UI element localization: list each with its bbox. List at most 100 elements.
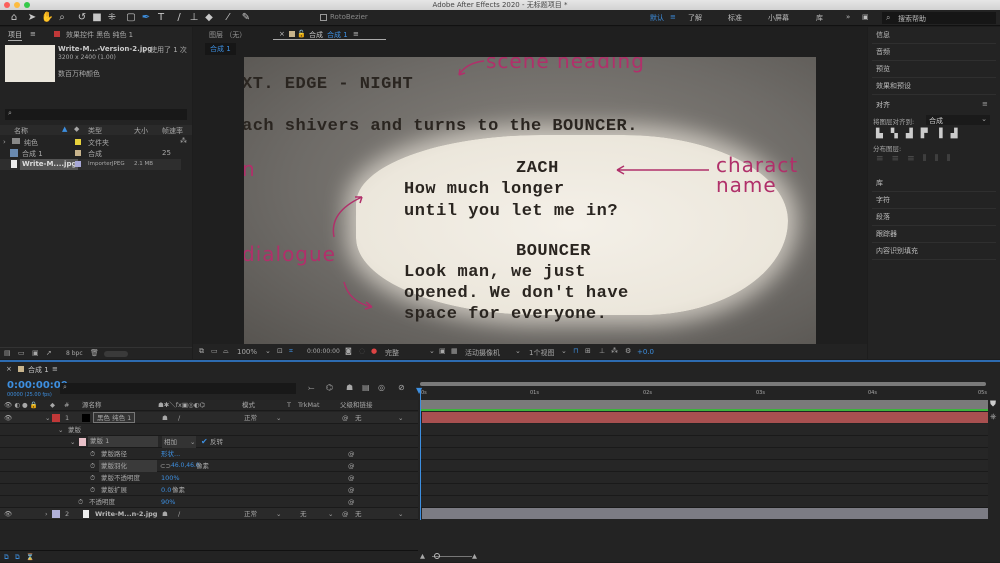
timeline-timecode[interactable]: 0:00:00:00	[7, 380, 68, 391]
new-comp-icon[interactable]: ▣	[32, 349, 39, 357]
chevron-down-icon[interactable]: ⌄	[265, 347, 271, 355]
graph-editor-icon[interactable]: ⊘	[398, 383, 405, 392]
col-type[interactable]: 类型	[88, 126, 102, 136]
stopwatch-icon[interactable]: ⏱	[78, 496, 83, 508]
property-mask-expansion[interactable]: ⏱ 蒙版扩展 0.0 像素 @	[0, 484, 418, 496]
panel-paragraph[interactable]: 段落	[872, 209, 996, 226]
new-folder-icon[interactable]: ▭	[18, 349, 25, 357]
panel-library[interactable]: 库	[872, 175, 996, 192]
label-icon[interactable]: ◆	[50, 400, 55, 411]
expand-arrow-icon[interactable]: ⌄	[45, 412, 50, 424]
render-time-toggle-icon[interactable]: ⌛	[26, 551, 34, 563]
mask-1-row[interactable]: ⌄ 蒙版 1 相加 ⌄ ✔ 反转	[0, 436, 418, 448]
chevron-down-icon[interactable]: ⌄	[515, 347, 521, 355]
masks-group-row[interactable]: ⌄ 蒙版	[0, 424, 418, 436]
tab-project[interactable]: 项目	[8, 30, 22, 41]
chevron-down-icon[interactable]: ⌄	[328, 508, 333, 520]
quality-switch-icon[interactable]: /	[178, 412, 180, 424]
sort-ascending-icon[interactable]: ▲	[62, 125, 67, 133]
chevron-down-icon[interactable]: ⌄	[561, 347, 567, 355]
comp-mini-flowchart-icon[interactable]: ⤚	[308, 383, 314, 393]
tab-layer[interactable]: 图层 （无）	[209, 30, 246, 40]
stopwatch-icon[interactable]: ⏱	[90, 448, 95, 460]
constrain-link-icon[interactable]: ⊂⊃	[160, 460, 171, 472]
property-value[interactable]: 0.0	[161, 484, 171, 496]
layer-name[interactable]: Write-M...n-2.jpg	[95, 508, 157, 520]
interpret-footage-icon[interactable]: ▤	[4, 349, 11, 357]
expand-arrow-icon[interactable]: ›	[3, 138, 6, 146]
display-icon[interactable]: ▭	[211, 347, 218, 355]
label-swatch[interactable]	[52, 510, 60, 518]
channels-icon[interactable]: ●	[371, 347, 377, 355]
shy-layers-icon[interactable]: ☗	[346, 383, 353, 392]
layer-name[interactable]: 黑色 纯色 1	[93, 412, 136, 423]
property-value[interactable]: 100%	[161, 472, 180, 484]
expand-arrow-icon[interactable]: ⌄	[70, 436, 75, 448]
label-swatch[interactable]	[75, 150, 81, 156]
switches-icons[interactable]: ☗✱＼fx▣◎◐⌬	[158, 400, 205, 411]
col-size[interactable]: 大小	[134, 126, 148, 136]
project-search-input[interactable]: ⌕	[5, 109, 187, 120]
av-switches-icons[interactable]: 👁 ◐ ● 🔒	[4, 400, 38, 411]
show-snapshot-icon[interactable]: ◌	[359, 347, 365, 355]
col-trkmat[interactable]: TrkMat	[298, 400, 320, 411]
delete-icon[interactable]: 🗑	[90, 349, 99, 357]
layer-1-duration-bar[interactable]	[422, 412, 988, 423]
workspace-standard[interactable]: 标准	[728, 13, 742, 23]
panel-audio[interactable]: 音频	[872, 44, 996, 61]
col-source-name[interactable]: 源名称	[82, 400, 102, 411]
chevron-down-icon[interactable]: ⌄	[429, 347, 435, 355]
pickwhip-icon[interactable]: @	[342, 412, 349, 424]
distribute-buttons[interactable]: ≡≡≡⦀⦀⦀	[876, 154, 959, 164]
zoom-icon[interactable]: ⌕	[56, 12, 68, 24]
workspace-library[interactable]: 库	[816, 13, 823, 23]
close-window-button[interactable]	[4, 2, 10, 8]
zoom-handle[interactable]	[434, 553, 440, 559]
property-opacity[interactable]: ⏱ 不透明度 90% @	[0, 496, 418, 508]
col-parent[interactable]: 父级和链接	[340, 400, 373, 411]
expand-arrow-icon[interactable]: ›	[45, 508, 48, 520]
camera-icon[interactable]: ■	[91, 12, 103, 24]
type-icon[interactable]: T	[155, 12, 167, 24]
workspace-default[interactable]: 默认	[650, 13, 664, 23]
fast-previews-icon[interactable]: ⊞	[585, 347, 591, 355]
inverted-checkbox[interactable]: ✔	[201, 436, 208, 448]
label-swatch[interactable]	[75, 139, 81, 145]
selected-file-name[interactable]: Write-M...-Version-2.jpg	[58, 45, 152, 53]
playhead[interactable]	[420, 388, 421, 520]
align-menu-icon[interactable]: ≡	[982, 100, 988, 108]
workspace-menu-icon[interactable]: ≡	[670, 13, 676, 21]
rectangle-icon[interactable]: ▢	[125, 12, 137, 24]
always-preview-icon[interactable]: ⧉	[199, 347, 204, 356]
navigator-bar[interactable]	[420, 382, 986, 386]
comp-canvas[interactable]: XT. EDGE - NIGHT ach shivers and turns t…	[244, 57, 816, 344]
region-of-interest-icon[interactable]: ▣	[439, 347, 446, 355]
hand-icon[interactable]: ✋	[41, 12, 53, 24]
more-workspaces-icon[interactable]: »	[846, 13, 850, 21]
chevron-down-icon[interactable]: ⌄	[398, 412, 403, 424]
mask-visibility-icon[interactable]: ⌗	[289, 347, 293, 356]
stopwatch-icon[interactable]: ⏱	[90, 484, 95, 496]
zoom-out-icon[interactable]: ▲	[420, 552, 425, 560]
stopwatch-icon[interactable]: ⏱	[90, 472, 95, 484]
align-buttons[interactable]: ▙▚▟▛▐▟	[876, 129, 966, 139]
zoom-slider[interactable]: ▲ ▲	[420, 552, 500, 560]
comp-button-icon[interactable]: ⎈	[990, 412, 996, 422]
col-mode[interactable]: 模式	[242, 400, 255, 411]
pickwhip-icon[interactable]: @	[342, 508, 349, 520]
views-dropdown[interactable]: 1个视图	[529, 348, 554, 358]
timeline-menu-icon[interactable]: ≡	[52, 365, 58, 373]
pickwhip-icon[interactable]: @	[348, 484, 355, 496]
stopwatch-icon[interactable]: ⏱	[90, 460, 95, 472]
selection-icon[interactable]: ➤	[26, 12, 38, 24]
project-item-comp[interactable]: 合成 1 合成 25	[0, 148, 192, 159]
pickwhip-icon[interactable]: @	[348, 496, 355, 508]
zoom-dropdown[interactable]: 100%	[237, 348, 257, 356]
transparency-grid-icon[interactable]: ▦	[451, 347, 458, 355]
col-fps[interactable]: 帧速率	[162, 126, 183, 136]
panel-tracker[interactable]: 跟踪器	[872, 226, 996, 243]
shy-switch-icon[interactable]: ☗	[162, 412, 168, 424]
pen-icon[interactable]: ✒	[140, 12, 152, 24]
toggle-pixel-aspect-icon[interactable]: ⊓	[573, 347, 578, 355]
chevron-down-icon[interactable]: ⌄	[276, 412, 281, 424]
